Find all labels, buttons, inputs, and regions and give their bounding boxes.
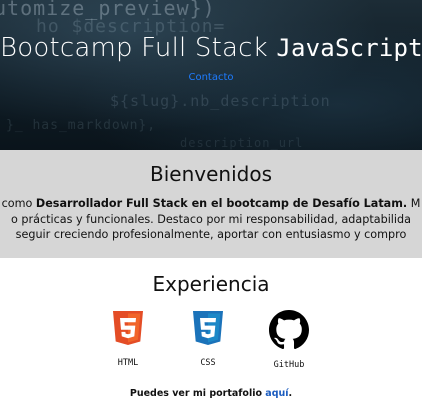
github-icon <box>269 310 309 350</box>
portfolio-text: . <box>288 388 293 399</box>
welcome-text: o prácticas y funcionales. Destaco por m… <box>11 212 411 226</box>
portfolio-line: Puedes ver mi portafolio aquí. <box>0 388 422 399</box>
hero-bg-code-line: }_ has_markdown}, <box>6 118 157 133</box>
tech-item-css: CSS <box>178 310 238 368</box>
welcome-text: como <box>1 197 36 210</box>
welcome-text: M <box>407 197 421 210</box>
html5-icon <box>111 310 145 348</box>
welcome-paragraph: como Desarrollador Full Stack en el boot… <box>0 196 422 243</box>
page-title: Bootcamp Full Stack JavaScript <box>0 33 422 63</box>
hero-bg-code-line: description_url <box>180 136 304 150</box>
tech-item-github: GitHub <box>259 310 319 370</box>
page-title-mono: JavaScript <box>276 34 422 62</box>
welcome-text-bold: Desarrollador Full Stack en el bootcamp … <box>35 197 408 210</box>
experience-section: Experiencia HTML CSS GitHub Puedes ver m… <box>0 258 422 408</box>
hero-bg-code-line: ${slug}.nb_description <box>110 92 331 110</box>
welcome-section: Bienvenidos como Desarrollador Full Stac… <box>0 150 422 258</box>
css3-icon <box>191 310 225 348</box>
welcome-heading: Bienvenidos <box>150 162 272 186</box>
contact-link[interactable]: Contacto <box>0 72 422 83</box>
page-title-text: Bootcamp Full Stack <box>0 33 268 63</box>
tech-item-html: HTML <box>98 310 158 368</box>
portfolio-link[interactable]: aquí <box>265 388 288 399</box>
tech-label-github: GitHub <box>273 360 305 370</box>
welcome-text: seguir creciendo profesionalmente, aport… <box>15 228 407 241</box>
hero-banner: utomize_preview}) ho $description= ${slu… <box>0 0 422 150</box>
portfolio-text: Puedes ver mi portafolio <box>129 388 266 399</box>
tech-label-css: CSS <box>200 358 216 368</box>
tech-label-html: HTML <box>117 358 139 368</box>
experience-heading: Experiencia <box>152 272 270 296</box>
